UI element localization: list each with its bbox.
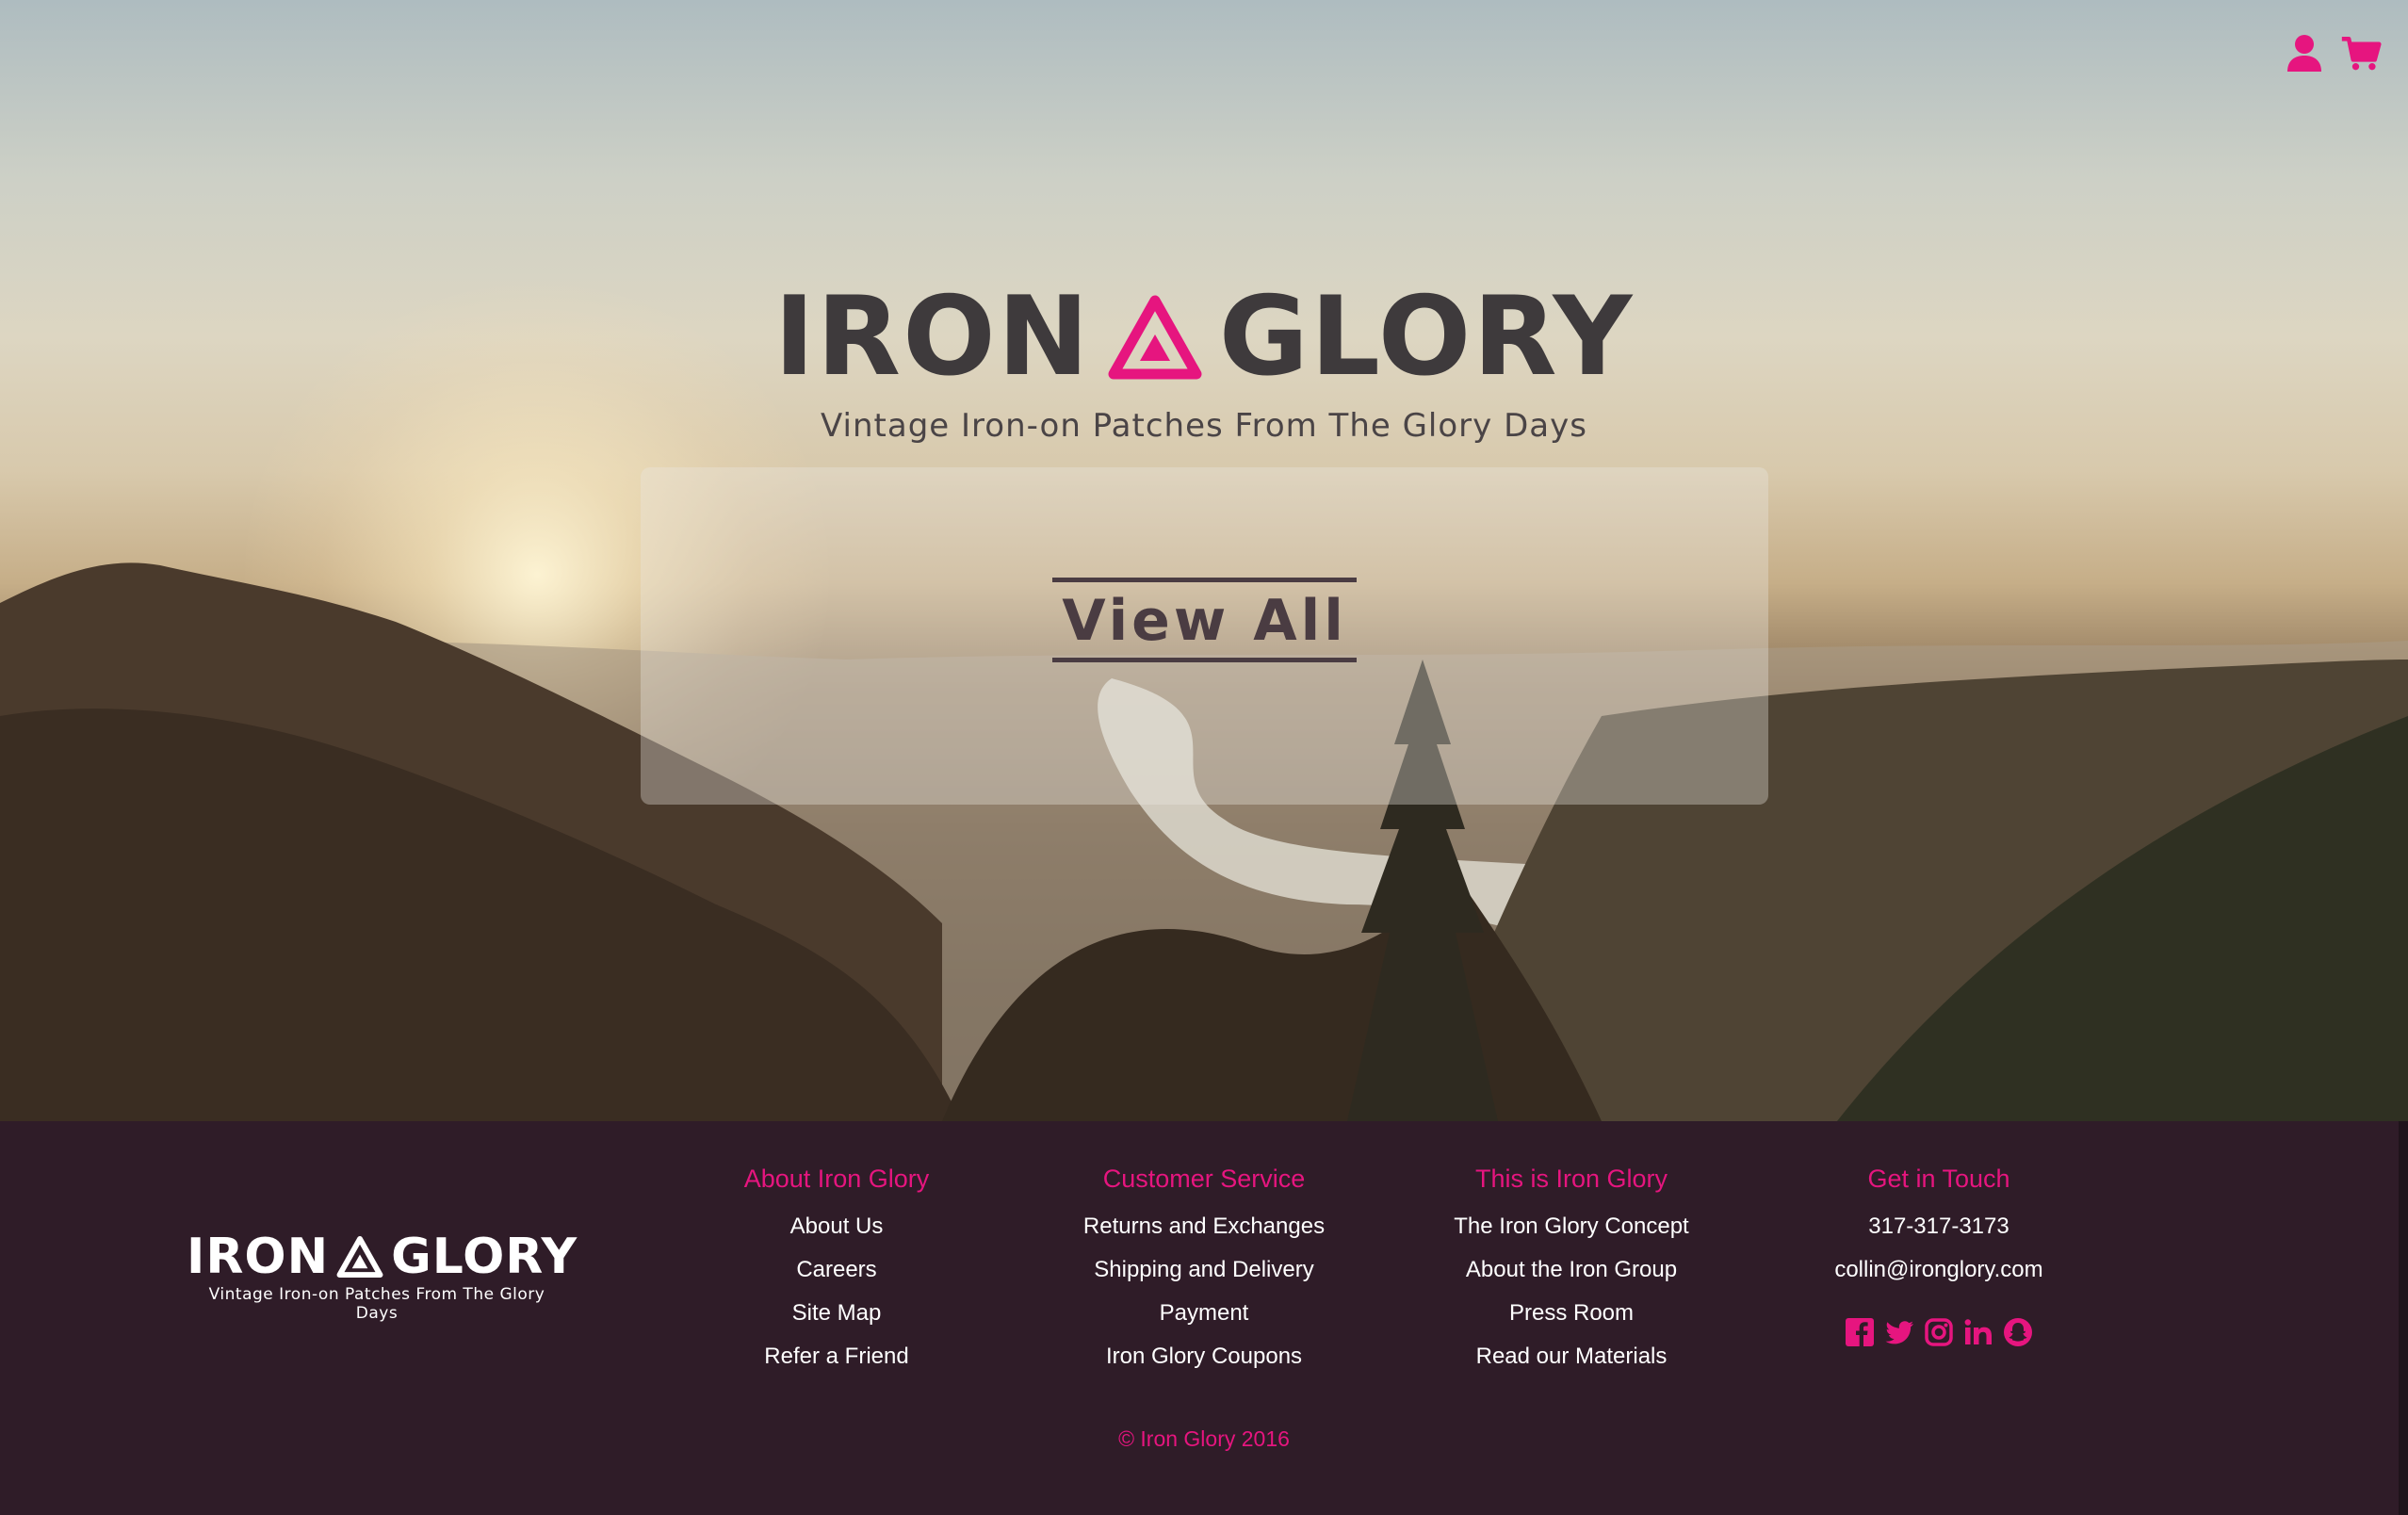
copyright-text: © Iron Glory 2016 [1118, 1426, 1290, 1451]
footer-column-this-is-iron-glory: This is Iron Glory The Iron Glory Concep… [1392, 1165, 1750, 1378]
cart-icon[interactable] [2340, 32, 2382, 73]
footer-logo-text-right: GLORY [391, 1229, 578, 1285]
footer-link-about-us[interactable]: About Us [658, 1205, 1016, 1248]
footer-column-title: Customer Service [1102, 1165, 1306, 1193]
instagram-icon[interactable] [1923, 1316, 1955, 1348]
footer-link-iron-group[interactable]: About the Iron Group [1392, 1248, 1750, 1292]
footer-link-shipping[interactable]: Shipping and Delivery [1025, 1248, 1383, 1292]
footer-column-get-in-touch: Get in Touch 317-317-3173 collin@ironglo… [1760, 1165, 2118, 1348]
footer-column-title: This is Iron Glory [1474, 1165, 1668, 1193]
hero-logo: IRON GLORY [774, 283, 1635, 392]
footer-link-refer-a-friend[interactable]: Refer a Friend [658, 1335, 1016, 1378]
social-links [1760, 1316, 2118, 1348]
triangle-logo-icon [1108, 295, 1202, 380]
footer-link-press-room[interactable]: Press Room [1392, 1292, 1750, 1335]
facebook-icon[interactable] [1844, 1316, 1876, 1348]
hero-brand: IRON GLORY Vintage Iron-on Patches From … [0, 283, 2408, 446]
logo-text-left: IRON [773, 273, 1091, 400]
footer-email-link[interactable]: collin@ironglory.com [1760, 1248, 2118, 1292]
footer-link-careers[interactable]: Careers [658, 1248, 1016, 1292]
logo-text-right: GLORY [1218, 273, 1635, 400]
site-footer: IRON GLORY Vintage Iron-on Patches From … [0, 1121, 2408, 1515]
footer-logo-row: IRON GLORY [187, 1232, 578, 1281]
footer-logo-text-left: IRON [187, 1229, 330, 1285]
cta-panel: View All [641, 467, 1768, 805]
footer-link-returns[interactable]: Returns and Exchanges [1025, 1205, 1383, 1248]
footer-link-coupons[interactable]: Iron Glory Coupons [1025, 1335, 1383, 1378]
footer-column-title: Get in Touch [1867, 1165, 2010, 1193]
footer-link-payment[interactable]: Payment [1025, 1292, 1383, 1335]
footer-link-site-map[interactable]: Site Map [658, 1292, 1016, 1335]
user-icon[interactable] [2284, 32, 2325, 73]
footer-column-title: About Iron Glory [743, 1165, 930, 1193]
footer-tagline: Vintage Iron-on Patches From The Glory D… [208, 1285, 545, 1323]
footer-phone-link[interactable]: 317-317-3173 [1760, 1205, 2118, 1248]
footer-link-concept[interactable]: The Iron Glory Concept [1392, 1205, 1750, 1248]
footer-triangle-logo-icon [336, 1236, 383, 1278]
hero-tagline: Vintage Iron-on Patches From The Glory D… [821, 407, 1587, 445]
hero-section: IRON GLORY Vintage Iron-on Patches From … [0, 0, 2408, 1121]
footer-column-customer-service: Customer Service Returns and Exchanges S… [1025, 1165, 1383, 1378]
footer-link-materials[interactable]: Read our Materials [1392, 1335, 1750, 1378]
linkedin-icon[interactable] [1962, 1316, 1994, 1348]
footer-logo[interactable]: IRON GLORY Vintage Iron-on Patches From … [187, 1232, 577, 1323]
footer-column-about: About Iron Glory About Us Careers Site M… [658, 1165, 1016, 1378]
snapchat-icon[interactable] [2002, 1316, 2034, 1348]
twitter-icon[interactable] [1883, 1316, 1915, 1348]
view-all-button[interactable]: View All [1052, 578, 1357, 662]
header-icons [2284, 32, 2382, 73]
scrollbar[interactable] [2399, 1121, 2408, 1515]
